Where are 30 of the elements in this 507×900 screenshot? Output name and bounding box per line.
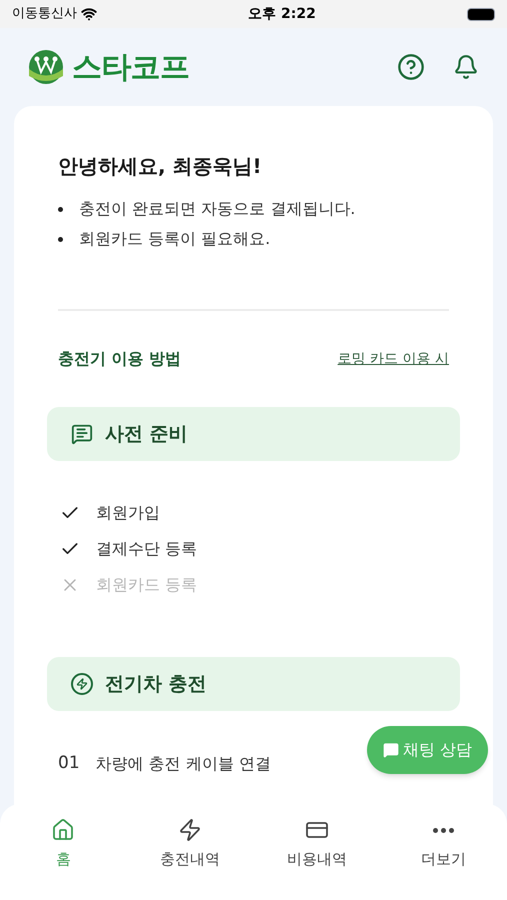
checklist-label: 결제수단 등록 xyxy=(96,538,198,560)
step-text: 차량에 충전 케이블 연결 xyxy=(96,752,271,775)
roaming-card-link[interactable]: 로밍 카드 이용 시 xyxy=(338,348,449,370)
nav-tab[interactable]: 비용내역 xyxy=(254,818,380,870)
more-icon xyxy=(433,828,454,832)
chat-icon xyxy=(383,742,399,758)
lightning-icon xyxy=(178,818,202,842)
checklist-label: 회원카드 등록 xyxy=(96,574,198,596)
home-icon xyxy=(51,818,76,842)
help-button[interactable] xyxy=(397,53,425,81)
bullet-icon xyxy=(58,206,63,212)
nav-tab[interactable]: 홈 xyxy=(0,818,127,870)
nav-tab[interactable]: 충전내역 xyxy=(126,818,254,870)
carrier-name: 이동통신사 xyxy=(12,5,77,24)
battery-icon xyxy=(466,8,495,20)
section-title: 사전 준비 xyxy=(105,422,188,447)
step-number: 01 xyxy=(58,752,80,775)
bullet-icon xyxy=(58,236,63,242)
speech-bubble-icon xyxy=(71,423,93,445)
status-time: 오후 2:22 xyxy=(248,4,316,24)
guide-title: 충전기 이용 방법 xyxy=(58,348,182,370)
section-title: 전기차 충전 xyxy=(105,672,207,697)
notification-button[interactable] xyxy=(453,54,479,80)
notice-text: 회원카드 등록이 필요해요. xyxy=(79,228,270,250)
logo-text: 스타코프 xyxy=(72,48,189,86)
checklist-label: 회원가입 xyxy=(96,502,160,524)
notice-text: 충전이 완료되면 자동으로 결제됩니다. xyxy=(79,198,356,220)
wifi-icon xyxy=(81,6,97,22)
nav-tab[interactable]: 더보기 xyxy=(380,818,507,870)
greeting-title: 안녕하세요, 최종욱님! xyxy=(58,153,263,180)
